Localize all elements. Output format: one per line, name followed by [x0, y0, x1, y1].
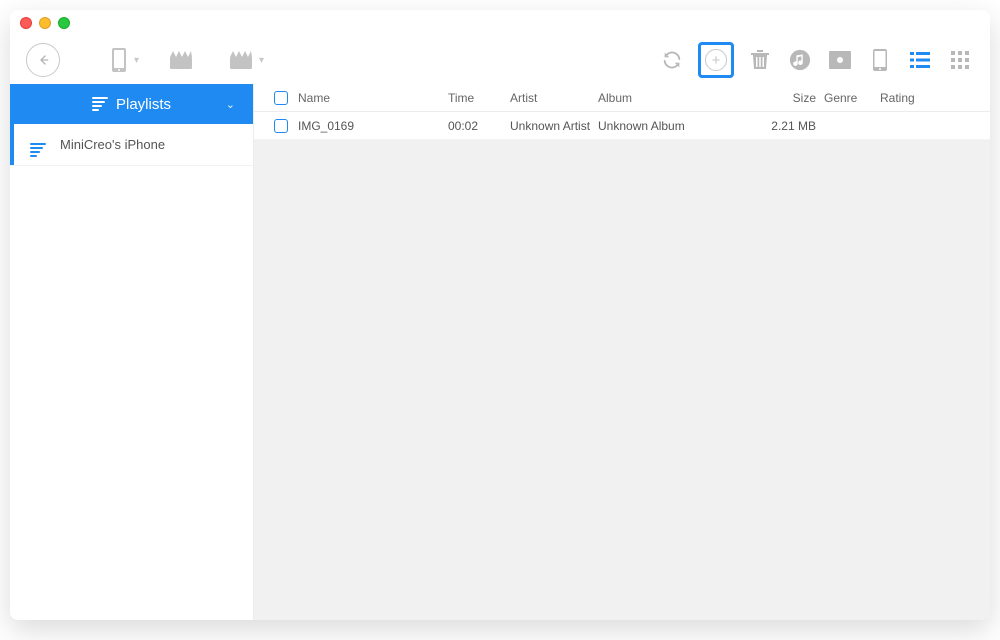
sidebar-item-label: MiniCreo's iPhone	[60, 137, 165, 152]
window-zoom-button[interactable]	[58, 17, 70, 29]
clapper-icon	[169, 50, 193, 70]
column-header-genre[interactable]: Genre	[824, 91, 880, 105]
arrow-left-icon	[35, 52, 51, 68]
table-header-row: Name Time Artist Album Size Genre Rating	[254, 84, 990, 112]
add-button[interactable]: +	[698, 42, 734, 78]
trash-icon	[751, 50, 769, 70]
media-type-selector-1[interactable]	[169, 50, 193, 70]
table-row[interactable]: IMG_0169 00:02 Unknown Artist Unknown Al…	[254, 112, 990, 140]
sidebar-header-playlists[interactable]: Playlists ⌄	[10, 84, 253, 124]
grid-icon	[951, 51, 969, 69]
sidebar-header-label: Playlists	[116, 96, 171, 113]
refresh-icon	[661, 49, 683, 71]
plus-circle-icon: +	[705, 49, 727, 71]
back-button[interactable]	[26, 43, 60, 77]
playlist-icon	[30, 133, 46, 157]
row-checkbox[interactable]	[274, 119, 288, 133]
grid-view-button[interactable]	[946, 46, 974, 74]
music-tab-button[interactable]	[786, 46, 814, 74]
cell-artist: Unknown Artist	[510, 119, 598, 133]
cell-name: IMG_0169	[298, 119, 448, 133]
chevron-down-icon: ▾	[259, 55, 264, 66]
phone-icon	[873, 49, 887, 71]
window-close-button[interactable]	[20, 17, 32, 29]
toolbar-right-group: +	[658, 42, 974, 78]
phone-tab-button[interactable]	[866, 46, 894, 74]
media-type-selector-2[interactable]: ▾	[229, 50, 264, 70]
column-header-time[interactable]: Time	[448, 91, 510, 105]
delete-button[interactable]	[746, 46, 774, 74]
list-view-button[interactable]	[906, 46, 934, 74]
toolbar: ▾ ▾ +	[10, 36, 990, 84]
column-header-artist[interactable]: Artist	[510, 91, 598, 105]
list-icon	[910, 52, 930, 68]
toolbar-left-group: ▾ ▾	[26, 43, 264, 77]
column-header-size[interactable]: Size	[746, 91, 824, 105]
window-titlebar	[10, 10, 990, 36]
playlist-icon	[92, 97, 108, 111]
display-icon	[829, 51, 851, 69]
cell-album: Unknown Album	[598, 119, 746, 133]
phone-icon	[110, 47, 128, 73]
refresh-button[interactable]	[658, 46, 686, 74]
device-selector[interactable]: ▾	[110, 47, 139, 73]
app-window: ▾ ▾ +	[10, 10, 990, 620]
select-all-checkbox[interactable]	[274, 91, 288, 105]
video-tab-button[interactable]	[826, 46, 854, 74]
column-header-name[interactable]: Name	[298, 91, 448, 105]
sidebar-item-device-playlist[interactable]: MiniCreo's iPhone	[10, 124, 253, 166]
column-header-rating[interactable]: Rating	[880, 91, 940, 105]
clapper-icon	[229, 50, 253, 70]
main-panel: Name Time Artist Album Size Genre Rating…	[254, 84, 990, 620]
content-body: Playlists ⌄ MiniCreo's iPhone Name Time …	[10, 84, 990, 620]
cell-size: 2.21 MB	[746, 119, 824, 133]
column-header-album[interactable]: Album	[598, 91, 746, 105]
music-note-icon	[789, 49, 811, 71]
chevron-down-icon: ▾	[134, 55, 139, 66]
cell-time: 00:02	[448, 119, 510, 133]
window-minimize-button[interactable]	[39, 17, 51, 29]
sidebar: Playlists ⌄ MiniCreo's iPhone	[10, 84, 254, 620]
chevron-down-icon: ⌄	[226, 98, 235, 111]
